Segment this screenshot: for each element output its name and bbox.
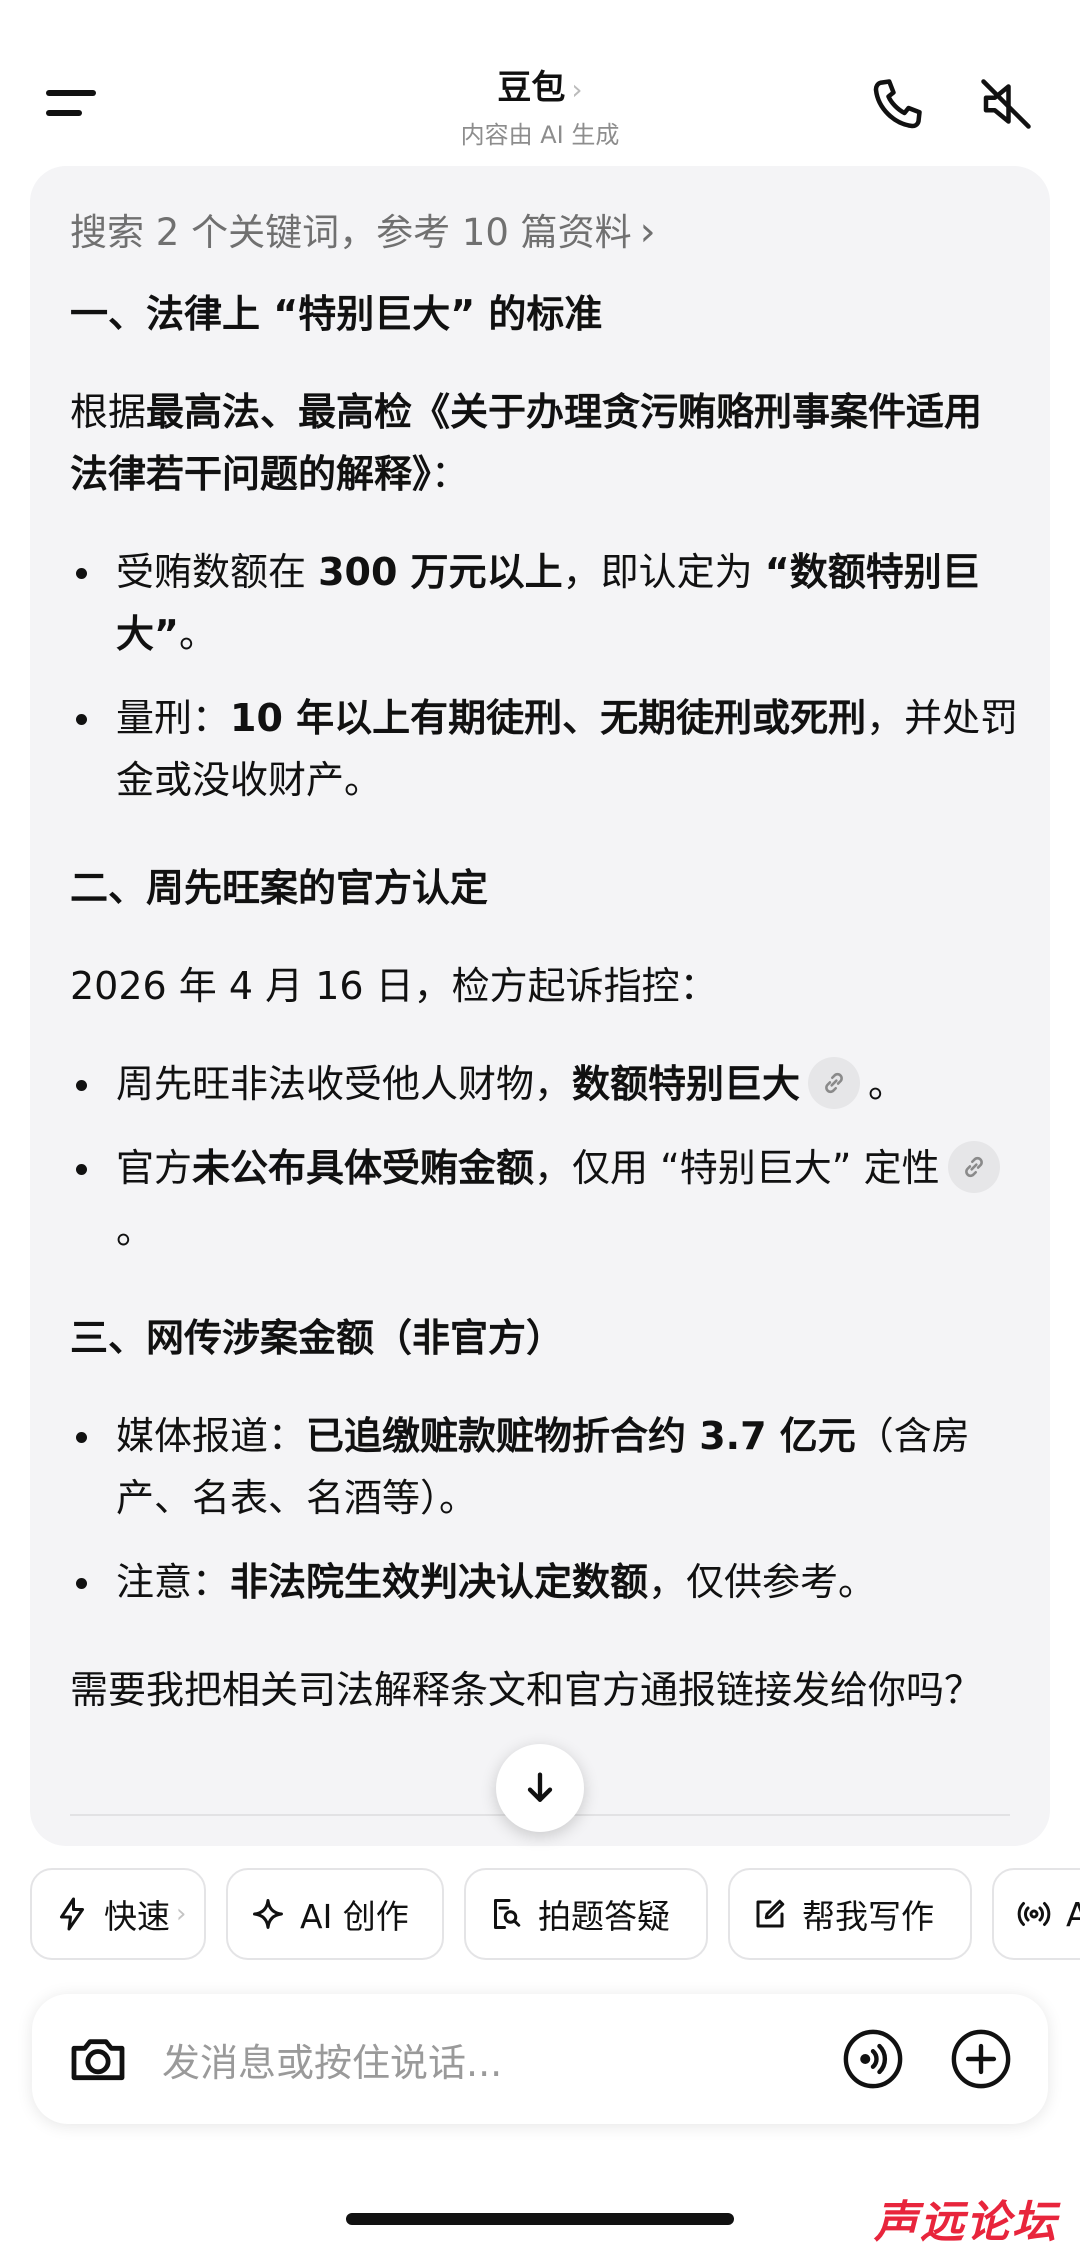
photo-question-icon (494, 1899, 521, 1929)
text: 量刑： (116, 696, 231, 740)
text: 周先旺非法收受他人财物， (116, 1062, 573, 1106)
list-item: 媒体报道：已追缴赃款赃物折合约 3.7 亿元（含房产、名表、名酒等）。 (70, 1405, 1020, 1529)
bot-name: 豆包 (497, 68, 566, 108)
paragraph: 根据最高法、最高检《关于办理贪污贿赂刑事案件适用法律若干问题的解释》： (70, 381, 1020, 505)
message-input[interactable]: 发消息或按住说话... (162, 2032, 502, 2087)
answer-card: 搜索 2 个关键词，参考 10 篇资料 › 一、法律上 “特别巨大” 的标准 根据… (30, 166, 1050, 1846)
bold-text: 非法院生效判决认定数额 (230, 1560, 649, 1604)
chip-label: 帮我写作 (802, 1897, 934, 1936)
text: ： (431, 452, 470, 496)
text: 。 (116, 1208, 155, 1252)
bold-text: 10 年以上有期徒刑、无期徒刑或死刑 (230, 696, 867, 740)
text: 官方 (116, 1146, 193, 1190)
plus-icon[interactable] (950, 2028, 1012, 2090)
section-heading: 三、网传涉案金额（非官方） (70, 1316, 565, 1360)
text: ，即认定为 (562, 550, 765, 594)
edit-icon (756, 1899, 785, 1928)
chip-more[interactable]: A (992, 1868, 1080, 1960)
text: ，仅用 “特别巨大” 定性 (534, 1146, 940, 1190)
paragraph: 2026 年 4 月 16 日，检方起诉指控： (70, 964, 718, 1008)
bold-text: 300 万元以上 (318, 550, 563, 594)
citation-link-icon[interactable] (947, 1140, 1000, 1193)
text: ，仅供参考。 (648, 1560, 877, 1604)
chip-label: A (1066, 1894, 1080, 1934)
sparkle-icon (253, 1899, 283, 1929)
list-item: 注意：非法院生效判决认定数额，仅供参考。 (70, 1551, 1020, 1613)
lightning-icon (60, 1897, 84, 1931)
quick-actions-bar: 快速 › AI 创作 拍题答疑 帮我写作 A (0, 1868, 1080, 1964)
list-item: 受贿数额在 300 万元以上，即认定为 “数额特别巨大”。 (70, 541, 1020, 665)
list-item: 周先旺非法收受他人财物，数额特别巨大 。 (70, 1053, 1020, 1115)
ai-generated-note: 内容由 AI 生成 (460, 121, 620, 149)
scroll-to-bottom-button[interactable] (496, 1744, 584, 1832)
section-heading: 一、法律上 “特别巨大” 的标准 (70, 292, 603, 336)
chip-ai-create[interactable]: AI 创作 (226, 1868, 444, 1960)
bold-text: 最高法、最高检《关于办理贪污贿赂刑事案件适用法律若干问题的解释》 (70, 390, 983, 496)
chat-title-block[interactable]: 豆包 › 内容由 AI 生成 (340, 60, 740, 150)
message-input-bar: 发消息或按住说话... (32, 1994, 1048, 2124)
chip-photo-question[interactable]: 拍题答疑 (464, 1868, 708, 1960)
text: 根据 (70, 390, 147, 434)
app-header: 豆包 › 内容由 AI 生成 (0, 0, 1080, 160)
text: 媒体报道： (116, 1414, 307, 1458)
text: 。 (868, 1062, 907, 1106)
voice-call-icon[interactable] (842, 2028, 904, 2090)
bold-text: 已追缴赃款赃物折合约 3.7 亿元 (306, 1414, 856, 1458)
bold-text: 未公布具体受贿金额 (192, 1146, 535, 1190)
home-indicator (346, 2213, 734, 2225)
chip-label: AI 创作 (300, 1897, 409, 1936)
chip-label: 快速 (104, 1897, 170, 1936)
chevron-right-icon: › (571, 73, 583, 106)
citation-link-icon[interactable] (808, 1056, 861, 1109)
search-sources-link[interactable]: 搜索 2 个关键词，参考 10 篇资料 › (70, 206, 1020, 259)
bold-text: 数额特别巨大 (572, 1062, 801, 1106)
chip-fast-mode[interactable]: 快速 › (30, 1868, 206, 1960)
search-summary-text: 搜索 2 个关键词，参考 10 篇资料 (70, 211, 632, 254)
watermark: 声远论坛 (874, 2197, 1058, 2248)
phone-icon[interactable] (868, 74, 928, 134)
list-item: 官方未公布具体受贿金额，仅用 “特别巨大” 定性。 (70, 1137, 1020, 1261)
chevron-right-icon: › (176, 1899, 187, 1929)
broadcast-icon (1017, 1902, 1051, 1926)
arrow-down-icon (527, 1772, 553, 1802)
text: 。 (178, 612, 217, 656)
camera-icon[interactable] (66, 2027, 130, 2095)
closing-question: 需要我把相关司法解释条文和官方通报链接发给你吗？ (70, 1668, 983, 1712)
answer-content: 搜索 2 个关键词，参考 10 篇资料 › 一、法律上 “特别巨大” 的标准 根据… (70, 206, 1020, 1721)
list-item: 量刑：10 年以上有期徒刑、无期徒刑或死刑，并处罚金或没收财产。 (70, 687, 1020, 811)
text: 注意： (116, 1560, 231, 1604)
chat-title[interactable]: 豆包 › (340, 60, 740, 109)
menu-icon[interactable] (46, 84, 102, 124)
bullet-list: 周先旺非法收受他人财物，数额特别巨大。 官方未公布具体受贿金额，仅用 “特别巨大… (70, 1053, 1020, 1261)
bullet-list: 媒体报道：已追缴赃款赃物折合约 3.7 亿元（含房产、名表、名酒等）。 注意：非… (70, 1405, 1020, 1613)
section-heading: 二、周先旺案的官方认定 (70, 866, 489, 910)
chip-help-write[interactable]: 帮我写作 (728, 1868, 972, 1960)
bullet-list: 受贿数额在 300 万元以上，即认定为 “数额特别巨大”。 量刑：10 年以上有… (70, 541, 1020, 811)
chevron-right-icon: › (639, 209, 656, 255)
speaker-muted-icon[interactable] (976, 74, 1036, 134)
chip-label: 拍题答疑 (538, 1897, 670, 1936)
text: 受贿数额在 (116, 550, 319, 594)
